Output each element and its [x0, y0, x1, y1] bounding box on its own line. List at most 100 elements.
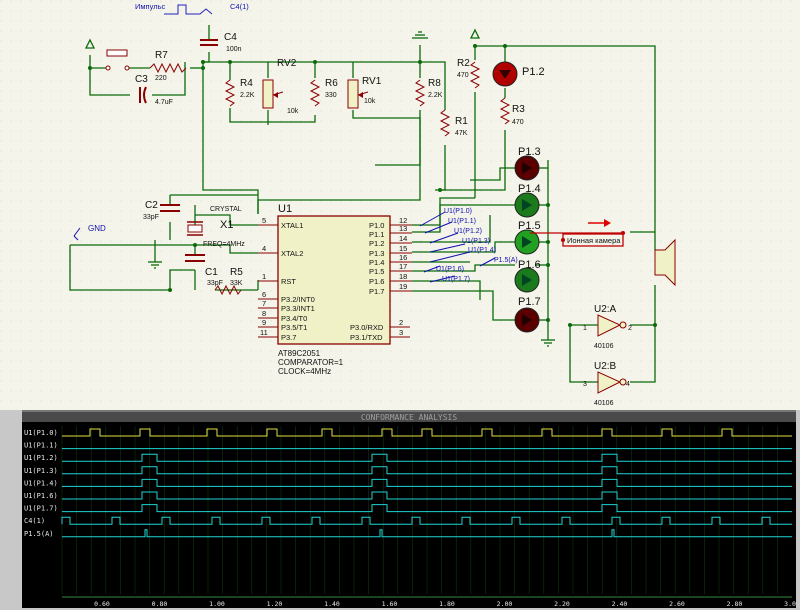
time-tick-label: 2.40: [612, 600, 628, 608]
u1-pin-num: 5: [262, 216, 266, 225]
u1-pin-num: 18: [399, 272, 407, 281]
time-tick-label: 1.60: [382, 600, 398, 608]
channel-label: C4(1): [24, 517, 45, 525]
led-p1-4[interactable]: [514, 192, 540, 218]
channel-label: U1(P1.6): [24, 492, 58, 500]
r1-val: 47K: [455, 130, 468, 137]
led-p1-6[interactable]: [514, 267, 540, 293]
r3-ref: R3: [512, 104, 525, 115]
time-tick-label: 2.60: [669, 600, 685, 608]
r2-val: 470: [457, 72, 469, 79]
u1-pin-name: P1.3: [369, 249, 384, 258]
u1-pin-name: P3.4/T0: [281, 314, 307, 323]
ion-chamber-label: Ионная камера: [567, 236, 621, 245]
r6-ref: R6: [325, 78, 338, 89]
impulse-label: Импульс: [135, 2, 165, 11]
c2-val: 33pF: [143, 214, 159, 221]
c2-ref: C2: [145, 200, 158, 211]
u2a-part: 40106: [594, 343, 614, 350]
u1-pin-name: P3.1/TXD: [350, 333, 383, 342]
time-tick-label: 2.80: [727, 600, 743, 608]
u1-pin-name: P3.7: [281, 333, 296, 342]
u1-pin-num: 11: [260, 328, 268, 337]
rv1-ref: RV1: [362, 76, 382, 87]
u2b-pin-in: 3: [583, 381, 587, 388]
u1-pin-num: 17: [399, 262, 407, 271]
c4-source-label: C4(1): [230, 2, 249, 11]
r7-val: 220: [155, 75, 167, 82]
u1-prop-comparator: COMPARATOR=1: [278, 358, 344, 367]
u1-pin-name: XTAL2: [281, 249, 303, 258]
time-tick-label: 0.80: [152, 600, 168, 608]
probe-label: U1(P1.6): [436, 266, 464, 273]
u1-pin-name: P1.5: [369, 267, 384, 276]
channel-label: U1(P1.1): [24, 442, 58, 450]
conformance-analysis-graph: CONFORMANCE ANALYSIS U1(P1.0) U1(P1.1) U1(…: [22, 412, 796, 608]
c4-val: 100n: [226, 46, 242, 53]
u1-pin-name: P3.3/INT1: [281, 304, 315, 313]
u1-pin-num: 6: [262, 290, 266, 299]
c3-val: 4.7uF: [155, 99, 173, 106]
time-axis: 0.60 0.80 1.00 1.20 1.40 1.60 1.80 2.00 2.20 2.40…: [62, 596, 796, 608]
r8-val: 2.2K: [428, 92, 443, 99]
schematic-svg: 5 XTAL1 4 XTAL2 1 RST 6 P3.2/INT0 7 P3.3…: [0, 0, 800, 410]
r1-ref: R1: [455, 116, 468, 127]
u1-pin-num: 14: [399, 234, 407, 243]
led-label: P1.4: [518, 183, 541, 195]
x1-type: CRYSTAL: [210, 206, 242, 213]
r5-val: 33K: [230, 280, 243, 287]
rv2-val: 10k: [287, 108, 299, 115]
channel-label: U1(P1.0): [24, 429, 58, 437]
rv2-ref: RV2: [277, 58, 297, 69]
time-tick-label: 3.00: [784, 600, 796, 608]
u1-ref: U1: [278, 203, 292, 215]
time-tick-label: 1.80: [439, 600, 455, 608]
led-p1-3[interactable]: [514, 155, 540, 181]
u1-part: AT89C2051: [278, 349, 321, 358]
u2a-ref: U2:A: [594, 304, 617, 315]
u1-pin-num: 13: [399, 224, 407, 233]
x1-freq: FREQ=4MHz: [203, 241, 245, 248]
analysis-title: CONFORMANCE ANALYSIS: [361, 413, 458, 422]
c4-ref: C4: [224, 32, 237, 43]
x1-ref: X1: [220, 219, 233, 231]
u1-pin-name: P1.2: [369, 239, 384, 248]
probe-label: U1(P1.1): [448, 218, 476, 225]
channel-label: P1.5(A): [24, 530, 54, 538]
schematic-canvas[interactable]: 5 XTAL1 4 XTAL2 1 RST 6 P3.2/INT0 7 P3.3…: [0, 0, 800, 410]
c1-val: 33pF: [207, 280, 223, 287]
r4-ref: R4: [240, 78, 253, 89]
gnd-label: GND: [88, 224, 106, 233]
probe-label: U1(P1.4): [468, 247, 496, 254]
led-label: P1.5: [518, 220, 541, 232]
u1-pin-num: 15: [399, 244, 407, 253]
u2b-part: 40106: [594, 400, 614, 407]
time-tick-label: 1.40: [324, 600, 340, 608]
led-p1-7[interactable]: [514, 307, 540, 333]
u1-prop-clock: CLOCK=4MHz: [278, 367, 331, 376]
r6-val: 330: [325, 92, 337, 99]
led-p1-2[interactable]: [492, 61, 518, 87]
u1-pin-name: P1.4: [369, 258, 384, 267]
r7-ref: R7: [155, 50, 168, 61]
u2b-pin-out: 4: [626, 381, 630, 388]
time-tick-label: 1.00: [209, 600, 225, 608]
u1-pin-num: 2: [399, 318, 403, 327]
u2a-pin-out: 2: [628, 325, 632, 332]
c3-ref: C3: [135, 74, 148, 85]
c1-ref: C1: [205, 267, 218, 278]
u1-pin-name: P3.2/INT0: [281, 295, 315, 304]
led-label: P1.7: [518, 296, 541, 308]
rv1-val: 10k: [364, 98, 376, 105]
u1-pin-name: RST: [281, 277, 296, 286]
time-tick-label: 2.20: [554, 600, 570, 608]
led-label: P1.6: [518, 259, 541, 271]
time-tick-label: 2.00: [497, 600, 513, 608]
u1-pin-name: P1.0: [369, 221, 384, 230]
conformance-analysis-panel[interactable]: CONFORMANCE ANALYSIS U1(P1.0) U1(P1.1) U1(…: [22, 410, 796, 608]
probe-label: U1(P1.7): [442, 276, 470, 283]
u2b-ref: U2:B: [594, 361, 617, 372]
analysis-grid: [61, 426, 778, 594]
u1-pin-name: P3.5/T1: [281, 323, 307, 332]
led-label: P1.2: [522, 66, 545, 78]
